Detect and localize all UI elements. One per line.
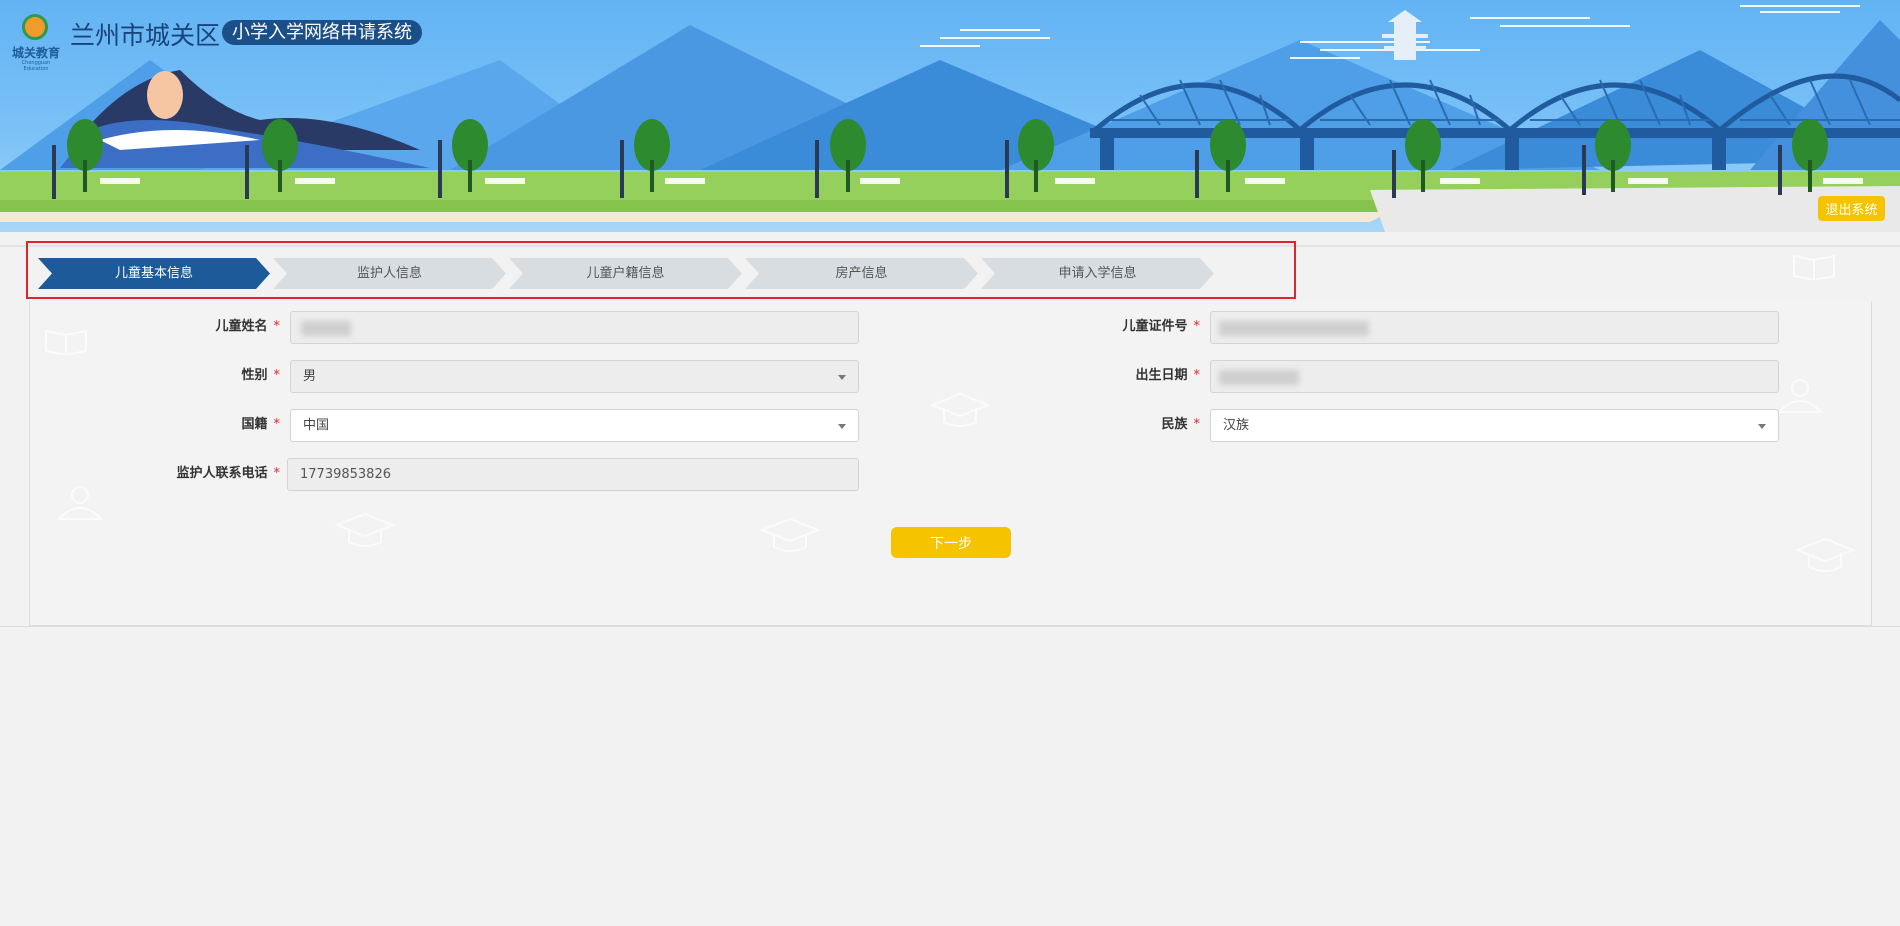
step-child-basic-info[interactable]: 儿童基本信息 (38, 258, 270, 289)
step-household-info[interactable]: 儿童户籍信息 (509, 258, 742, 289)
step-enrollment-info[interactable]: 申请入学信息 (981, 258, 1214, 289)
graduation-cap-icon (1795, 537, 1855, 572)
nationality-select[interactable]: 中国 (290, 409, 859, 442)
logo-emblem-icon (22, 14, 48, 40)
birth-date-label: 出生日期 * (1135, 368, 1200, 383)
graduation-cap-icon (930, 392, 990, 427)
user-icon (56, 486, 104, 520)
gender-select[interactable]: 男 (290, 360, 859, 393)
logo-text: 城关教育 (11, 46, 60, 60)
chevron-down-icon (1758, 424, 1766, 429)
divider (0, 626, 1900, 627)
ethnicity-value: 汉族 (1223, 418, 1250, 433)
birth-date-input[interactable] (1210, 360, 1779, 393)
graduation-cap-icon (335, 512, 395, 547)
guardian-phone-value: 17739853826 (300, 467, 391, 482)
user-icon (1776, 379, 1824, 413)
child-id-label: 儿童证件号 * (1122, 319, 1200, 334)
nationality-label: 国籍 * (241, 417, 280, 432)
logout-button[interactable]: 退出系统 (1818, 196, 1885, 221)
site-logo: 城关教育 Chengguan Education (10, 12, 62, 72)
redacted-name (301, 321, 351, 336)
gender-value: 男 (303, 369, 317, 384)
district-title: 兰州市城关区 (70, 21, 221, 50)
nationality-value: 中国 (303, 418, 330, 433)
logo-subtext: Chengguan Education (21, 60, 51, 72)
system-name-badge: 小学入学网络申请系统 (222, 20, 422, 45)
gender-label: 性别 * (241, 368, 280, 383)
child-name-label: 儿童姓名 * (215, 319, 280, 334)
step-guardian-info[interactable]: 监护人信息 (273, 258, 506, 289)
chevron-down-icon (838, 424, 846, 429)
redacted-birth-date (1219, 370, 1299, 385)
child-name-input[interactable] (290, 311, 859, 344)
ethnicity-select[interactable]: 汉族 (1210, 409, 1779, 442)
header-banner: 城关教育 Chengguan Education 兰州市城关区 小学入学网络申请… (0, 0, 1900, 232)
guardian-phone-label: 监护人联系电话 * (176, 466, 280, 481)
book-icon (45, 329, 87, 355)
chevron-down-icon (838, 375, 846, 380)
child-id-input[interactable] (1210, 311, 1779, 344)
book-icon (1793, 254, 1835, 280)
redacted-id (1219, 321, 1369, 336)
step-property-info[interactable]: 房产信息 (745, 258, 978, 289)
guardian-phone-input[interactable]: 17739853826 (287, 458, 859, 491)
next-step-button[interactable]: 下一步 (891, 527, 1011, 558)
graduation-cap-icon (760, 517, 820, 552)
ethnicity-label: 民族 * (1161, 417, 1200, 432)
